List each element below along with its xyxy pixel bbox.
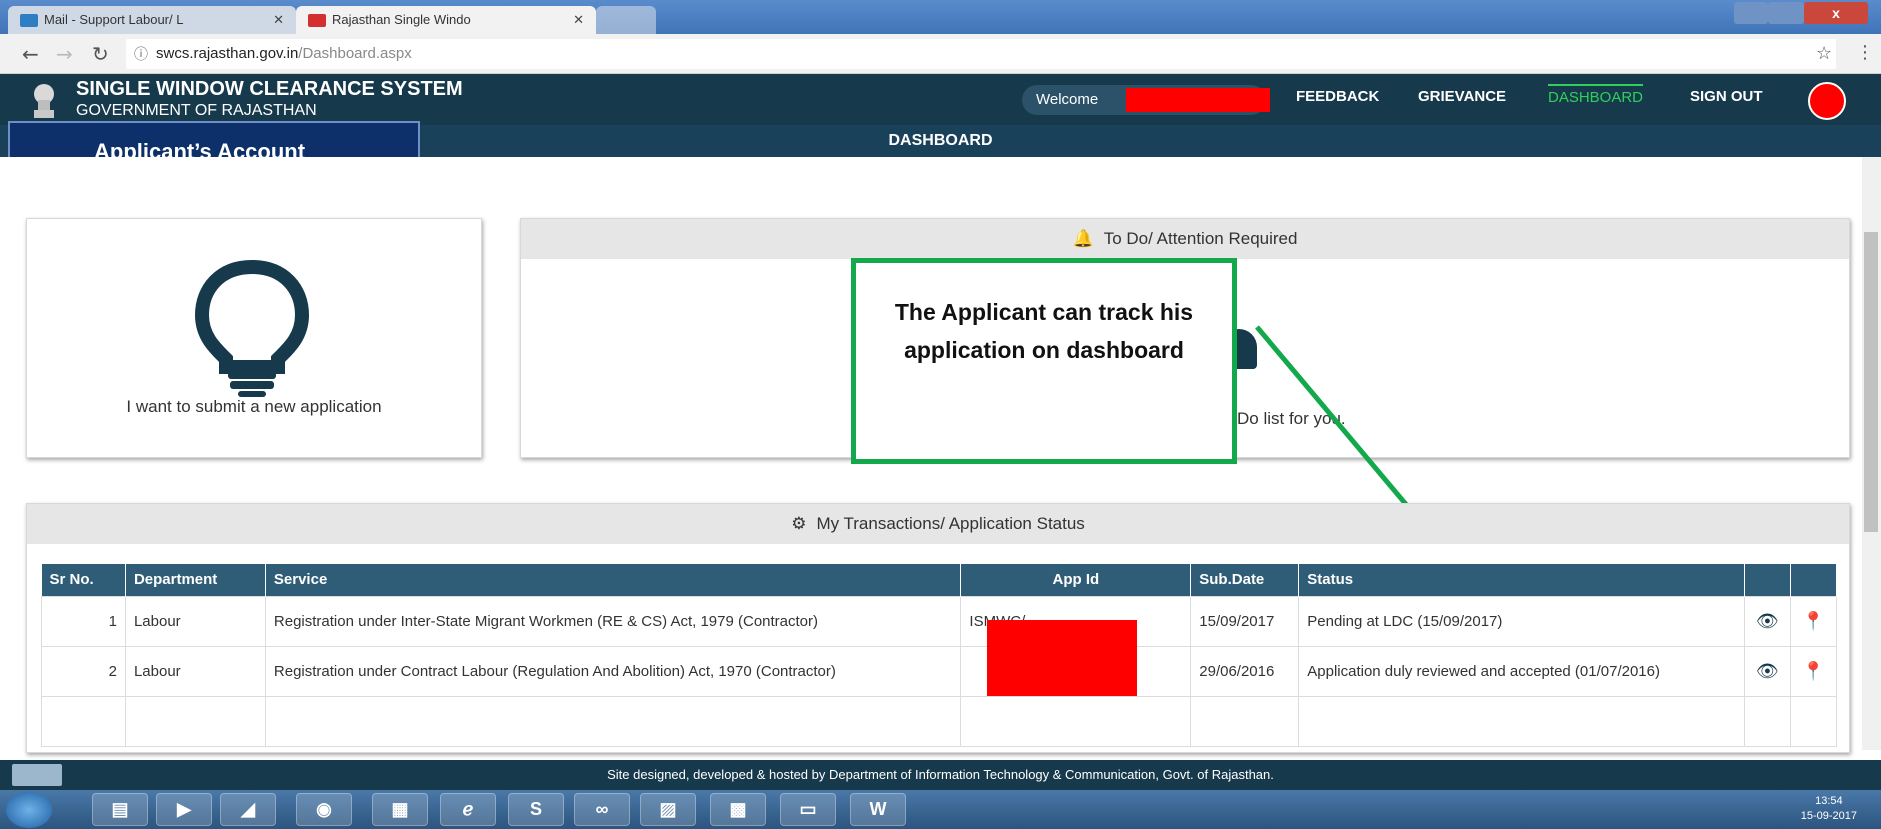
start-button[interactable]	[6, 792, 52, 828]
table-header-row: Sr No. Department Service App Id Sub.Dat…	[41, 564, 1838, 596]
col-status[interactable]: Status	[1298, 564, 1745, 596]
gears-icon: ⚙	[791, 514, 807, 533]
redacted-app-id	[987, 620, 1137, 696]
skype-taskbar-icon[interactable]: S	[508, 793, 564, 826]
col-sub-date[interactable]: Sub.Date	[1190, 564, 1300, 596]
transactions-table: Sr No. Department Service App Id Sub.Dat…	[41, 564, 1838, 747]
site-favicon-icon	[308, 14, 326, 27]
clock-time: 13:54	[1815, 795, 1843, 807]
track-location-icon[interactable]: 📍	[1789, 595, 1838, 647]
nav-grievance[interactable]: GRIEVANCE	[1418, 88, 1506, 105]
cell-department: Labour	[124, 645, 266, 697]
cell-service: Registration under Contract Labour (Regu…	[264, 645, 962, 697]
col-sr-no[interactable]: Sr No.	[41, 564, 126, 596]
cell-sr: 2	[41, 645, 126, 697]
todo-empty-text: Do list for you.	[1237, 409, 1346, 428]
window-taskbar-icon[interactable]: ▭	[780, 793, 836, 826]
tab-label: Mail - Support Labour/ L	[44, 12, 184, 27]
cell-department: Labour	[124, 595, 266, 647]
address-bar: ← → ↻ ⓘ swcs.rajasthan.gov.in/Dashboard.…	[0, 34, 1881, 74]
nav-feedback[interactable]: FEEDBACK	[1296, 88, 1379, 105]
cell-status: Application duly reviewed and accepted (…	[1298, 645, 1745, 697]
app-taskbar-icon[interactable]: ◢	[220, 793, 276, 826]
tab-label: Rajasthan Single Windo	[332, 12, 471, 27]
browser-menu-icon[interactable]: ⋮	[1856, 42, 1874, 63]
mail-icon	[20, 14, 38, 27]
internet-explorer-taskbar-icon[interactable]: ℯ	[440, 793, 496, 826]
table-row[interactable]: 1 Labour Registration under Inter-State …	[41, 595, 1838, 647]
transactions-header: ⚙ My Transactions/ Application Status	[27, 504, 1849, 544]
table-row[interactable]: 2 Labour Registration under Contract Lab…	[41, 645, 1838, 697]
todo-heading: To Do/ Attention Required	[1103, 229, 1298, 248]
forward-arrow-icon[interactable]: →	[56, 42, 73, 66]
chrome-taskbar-icon[interactable]: ◉	[296, 793, 352, 826]
view-eye-icon[interactable]: 👁	[1743, 645, 1791, 697]
view-eye-icon[interactable]: 👁	[1743, 595, 1791, 647]
network-taskbar-icon[interactable]: ▩	[710, 793, 766, 826]
site-title: SINGLE WINDOW CLEARANCE SYSTEM	[76, 78, 463, 100]
welcome-label: Welcome	[1036, 91, 1099, 108]
col-track	[1790, 564, 1838, 596]
excel-taskbar-icon[interactable]: ▦	[372, 793, 428, 826]
lightbulb-icon	[194, 259, 310, 397]
scrollbar-thumb[interactable]	[1864, 232, 1878, 532]
close-tab-icon[interactable]: ✕	[273, 6, 284, 34]
app-taskbar-icon[interactable]: ∞	[574, 793, 630, 826]
cell-status: Pending at LDC (15/09/2017)	[1298, 595, 1745, 647]
info-icon[interactable]: ⓘ	[134, 39, 148, 69]
paint-taskbar-icon[interactable]: ▨	[640, 793, 696, 826]
browser-tab-strip: Mail - Support Labour/ L ✕ Rajasthan Sin…	[0, 0, 1881, 34]
url-host: swcs.rajasthan.gov.in	[156, 45, 299, 62]
new-application-label: I want to submit a new application	[126, 397, 382, 416]
close-tab-icon[interactable]: ✕	[573, 6, 584, 34]
back-arrow-icon[interactable]: ←	[22, 42, 39, 66]
track-location-icon[interactable]: 📍	[1789, 645, 1838, 697]
clock-date: 15-09-2017	[1800, 810, 1857, 822]
annotation-callout: The Applicant can track his application …	[851, 258, 1237, 464]
cell-sub-date: 29/06/2016	[1190, 645, 1300, 697]
new-tab-button[interactable]	[596, 6, 656, 34]
cell-sub-date: 15/09/2017	[1190, 595, 1300, 647]
page-title: DASHBOARD	[888, 132, 993, 149]
bookmark-star-icon[interactable]: ☆	[1816, 43, 1832, 64]
cell-sr: 1	[41, 595, 126, 647]
minimize-window-button[interactable]	[1734, 2, 1768, 24]
site-subtitle: GOVERNMENT OF RAJASTHAN	[76, 102, 317, 119]
bell-icon: 🔔	[1072, 229, 1094, 248]
avatar[interactable]	[1808, 82, 1846, 120]
maximize-window-button[interactable]	[1768, 2, 1804, 24]
new-application-card[interactable]: I want to submit a new application	[26, 218, 482, 458]
nav-dashboard[interactable]: DASHBOARD	[1548, 84, 1644, 106]
table-row-partial	[41, 695, 1838, 747]
system-clock[interactable]: 13:54 15-09-2017	[1801, 794, 1857, 824]
url-path: /Dashboard.aspx	[298, 45, 412, 62]
os-taskbar: ▤ ▶ ◢ ◉ ▦ ℯ S ∞ ▨ ▩ ▭ W 13:54 15-09-2017	[0, 790, 1881, 829]
site-footer: Site designed, developed & hosted by Dep…	[0, 760, 1881, 790]
system-tray: 13:54 15-09-2017	[1555, 790, 1881, 829]
transactions-card: ⚙ My Transactions/ Application Status Sr …	[26, 503, 1850, 753]
browser-tab-mail[interactable]: Mail - Support Labour/ L ✕	[8, 6, 296, 34]
state-emblem-icon	[34, 84, 54, 118]
callout-text: The Applicant can track his application …	[894, 299, 1194, 363]
col-view	[1744, 564, 1791, 596]
reload-icon[interactable]: ↻	[92, 42, 109, 66]
cell-service: Registration under Inter-State Migrant W…	[264, 595, 962, 647]
nav-sign-out[interactable]: SIGN OUT	[1690, 88, 1763, 105]
media-player-taskbar-icon[interactable]: ▶	[156, 793, 212, 826]
todo-header: 🔔 To Do/ Attention Required	[521, 219, 1849, 259]
explorer-taskbar-icon[interactable]: ▤	[92, 793, 148, 826]
site-header: SINGLE WINDOW CLEARANCE SYSTEM GOVERNMEN…	[0, 74, 1881, 125]
footer-logo	[12, 764, 62, 786]
url-input[interactable]: ⓘ swcs.rajasthan.gov.in/Dashboard.aspx	[126, 39, 1836, 69]
browser-tab-swcs[interactable]: Rajasthan Single Windo ✕	[296, 6, 596, 34]
col-app-id[interactable]: App Id	[960, 564, 1192, 596]
col-department[interactable]: Department	[125, 564, 266, 596]
footer-text: Site designed, developed & hosted by Dep…	[607, 767, 1274, 782]
close-window-button[interactable]: x	[1804, 2, 1868, 24]
col-service[interactable]: Service	[265, 564, 962, 596]
transactions-heading: My Transactions/ Application Status	[816, 514, 1085, 533]
word-taskbar-icon[interactable]: W	[850, 793, 906, 826]
redacted-username	[1126, 88, 1270, 112]
